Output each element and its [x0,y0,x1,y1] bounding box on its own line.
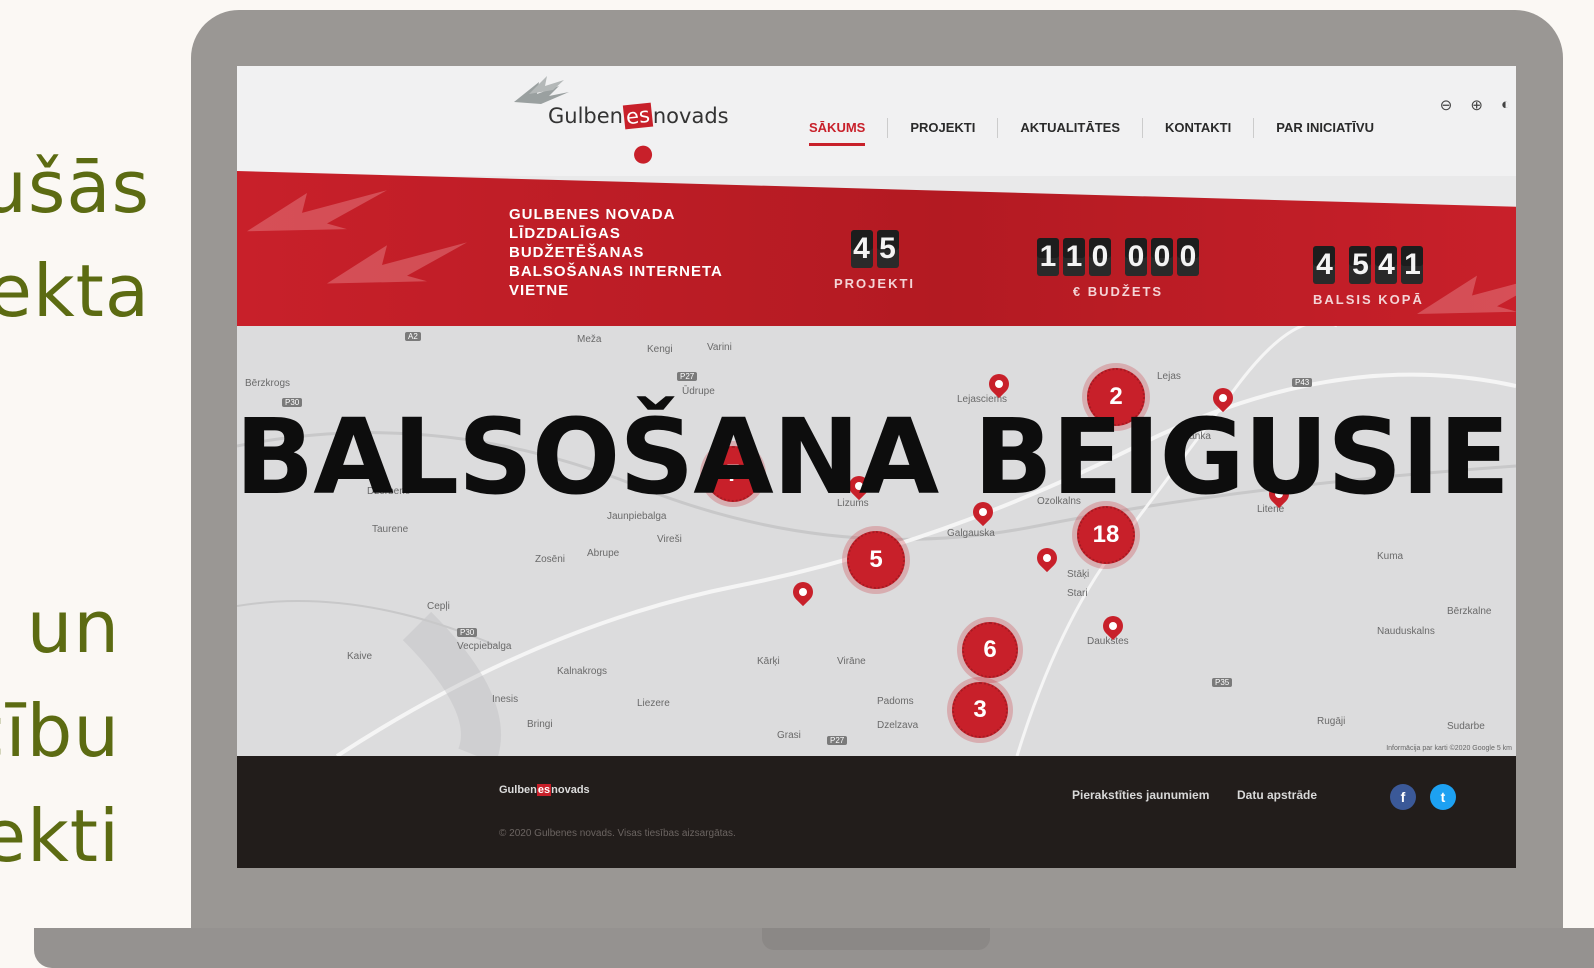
map-cluster[interactable]: 5 [847,531,905,589]
map-label: Stāķi [1067,569,1090,580]
map-label: Stari [1067,588,1088,599]
road-tag: P27 [677,372,698,381]
map-label: Kalnakrogs [557,666,608,677]
main-nav: SĀKUMS PROJEKTI AKTUALITĀTES KONTAKTI PA… [787,118,1396,146]
nav-projekti[interactable]: PROJEKTI [888,118,999,138]
side-text-line: cību [0,689,120,774]
nav-par-iniciativu[interactable]: PAR INICIATĪVU [1254,118,1396,138]
zoom-in-icon[interactable]: ⊕ [1470,96,1483,114]
map-label: Padoms [877,696,914,707]
logo-es-badge: es [622,102,654,165]
map-label: Lejas [1157,371,1181,382]
zoom-out-icon[interactable]: ⊖ [1440,96,1453,114]
side-text-top: ušās ekta [0,135,150,344]
logo-dot [633,144,653,165]
data-processing-link[interactable]: Datu apstrāde [1237,788,1317,802]
laptop-screen: Gulben es novads SĀKUMS PROJEKTI AKTUALI… [237,66,1516,868]
map-label: Dzelzava [877,720,919,731]
projects-map[interactable]: Meža Lejasciems Lizums Galgauska Ozolkal… [237,326,1516,756]
counter-digits: 45 [834,230,915,268]
map-label: Bērzkalne [1447,606,1492,617]
map-label: Cepļi [427,601,450,612]
site-logo[interactable]: Gulben es novads [548,102,729,165]
twitter-icon[interactable]: t [1430,784,1456,810]
footer-logo-right: novads [551,784,590,796]
map-label: Rugāji [1317,716,1346,727]
map-cluster[interactable]: 3 [952,682,1008,738]
nav-aktualitates[interactable]: AKTUALITĀTES [998,118,1144,138]
map-label: Grasi [777,730,801,741]
map-label: Liezere [637,698,670,709]
laptop-notch [762,928,990,950]
side-text-line: ušās [0,145,150,229]
map-label: Taurene [372,524,409,535]
map-label: Meža [577,334,602,345]
site-footer: Gulbenesnovads © 2020 Gulbenes novads. V… [237,756,1516,868]
nav-sakums[interactable]: SĀKUMS [787,118,889,146]
map-label: Vecpiebalga [457,641,512,652]
map-label: Daukstes [1087,636,1129,647]
accessibility-tools: ⊖ ⊕ ◐ [1440,96,1510,114]
copyright-text: © 2020 Gulbenes novads. Visas tiesības a… [499,828,736,839]
counter-projekti: 45 PROJEKTI [834,230,915,291]
counter-digits: 4541 [1313,246,1424,284]
map-label: Sudarbe [1447,721,1485,732]
map-label: Varini [707,342,732,353]
road-tag: P35 [1212,678,1233,687]
map-label: Kārķi [757,656,780,667]
facebook-icon[interactable]: f [1390,784,1416,810]
map-label: Virāne [837,656,866,667]
counter-label: PROJEKTI [834,276,916,291]
banner-title: GULBENES NOVADA LĪDZDALĪGAS BUDŽETĒŠANAS… [509,206,723,299]
logo-text-middle: es [624,102,652,130]
nav-kontakti[interactable]: KONTAKTI [1143,118,1255,138]
side-text-line: ekti [0,793,120,878]
map-label: Kaive [347,651,373,662]
footer-logo-left: Gulben [499,784,537,796]
counter-balsis: 4541 BALSIS KOPĀ [1313,246,1424,307]
site-header: Gulben es novads SĀKUMS PROJEKTI AKTUALI… [237,66,1516,176]
map-label: Vireši [657,534,682,545]
logo-text-left: Gulben [548,104,623,128]
bird-decoration-icon [1417,272,1516,314]
map-label: Nauduskalns [1377,626,1435,637]
road-tag: A2 [405,332,421,341]
counter-label: BALSIS KOPĀ [1313,292,1424,307]
map-cluster[interactable]: 6 [962,622,1018,678]
side-text-line: ekta [0,249,150,334]
map-label: Zosēni [535,554,566,565]
counter-label: € BUDŽETS [1072,284,1164,299]
map-label: Abrupe [587,548,620,559]
map-label: Bringi [527,719,553,730]
counter-budzets: 110000 € BUDŽETS [1037,238,1199,299]
map-label: Kuma [1377,551,1404,562]
map-label: Kengi [647,344,673,355]
logo-text-right: novads [652,104,729,128]
side-text-line: un [26,585,120,669]
map-credit: Informācija par karti ©2020 Google 5 km [1386,745,1512,752]
contrast-icon[interactable]: ◐ [1501,96,1510,114]
voting-ended-overlay: BALSOŠANA BEIGUSIES! [237,396,1516,518]
road-tag: P27 [827,736,848,745]
footer-logo[interactable]: Gulbenesnovads [499,784,590,796]
road-tag: P30 [457,628,478,637]
counter-digits: 110000 [1037,238,1199,276]
bird-decoration-icon [327,242,467,284]
map-label: Galgauska [947,528,995,539]
footer-logo-middle: es [536,784,552,796]
map-label: Inesis [492,694,519,705]
road-tag: P43 [1292,378,1313,387]
subscribe-link[interactable]: Pierakstīties jaunumiem [1072,788,1209,802]
side-text-bottom: un cību ekti [0,575,120,888]
map-label: Bērzkrogs [245,378,291,389]
